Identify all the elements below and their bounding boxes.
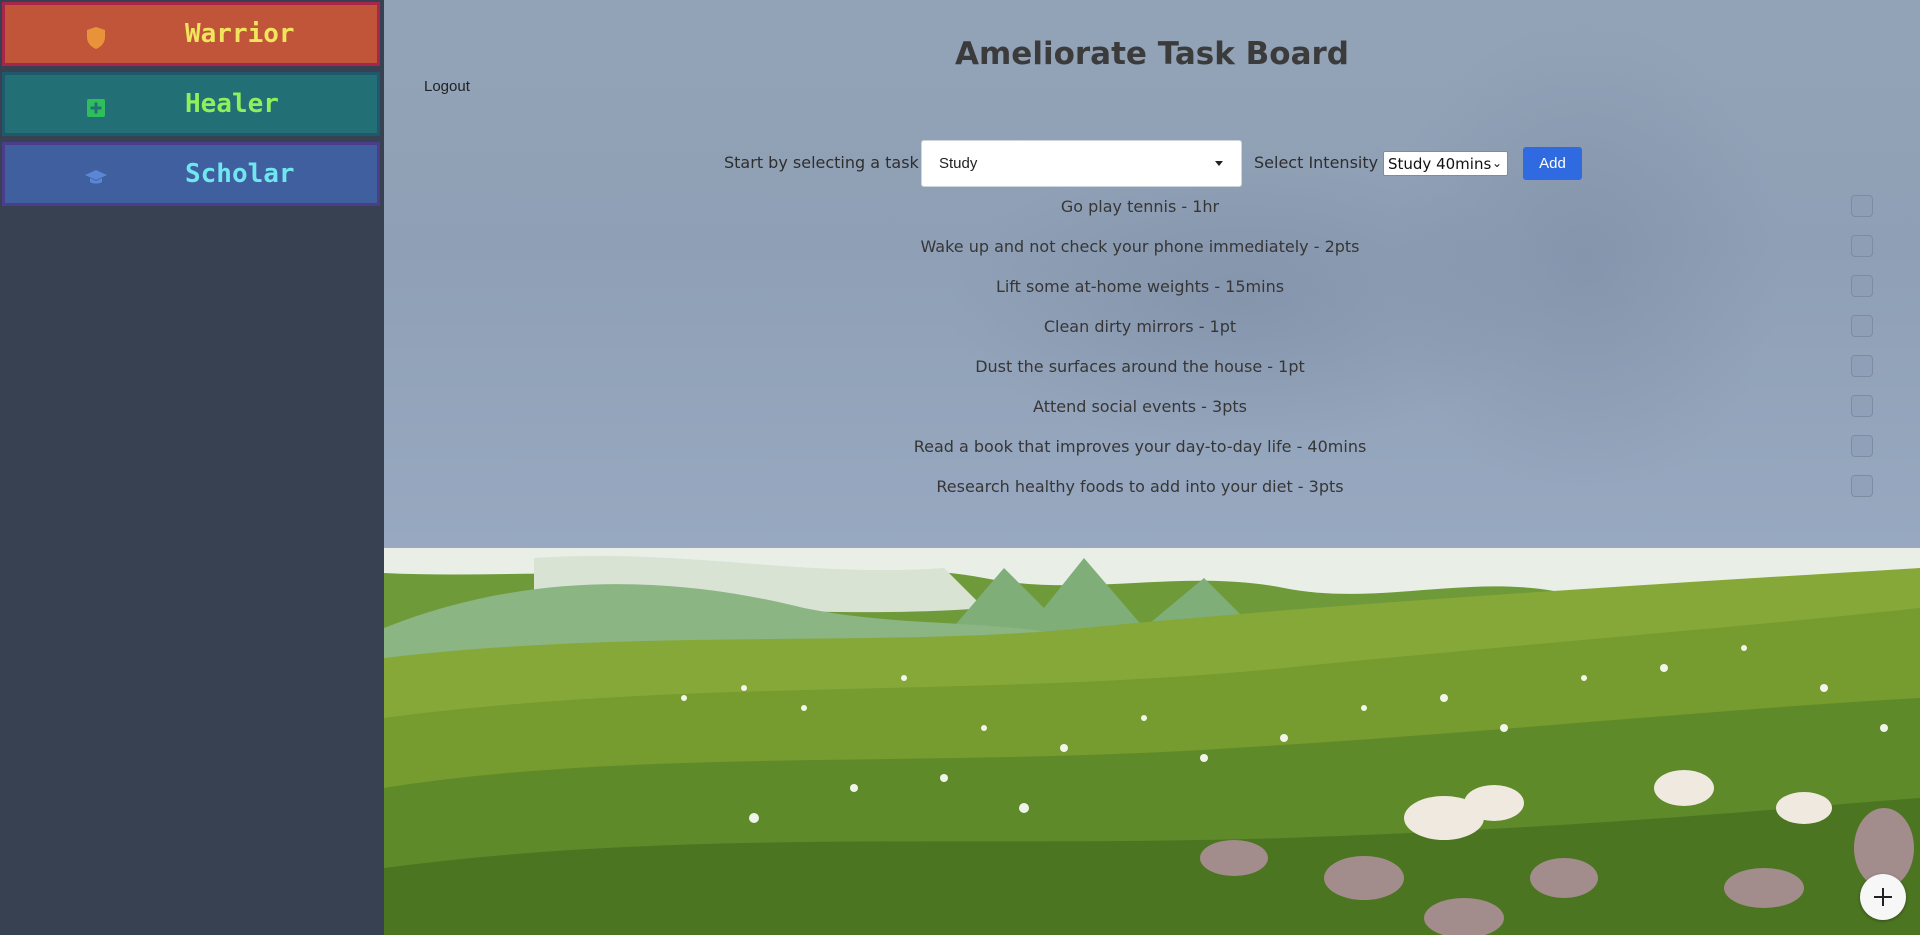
class-label-warrior: Warrior [185,19,295,49]
task-checkbox[interactable] [1851,275,1873,297]
task-text: Lift some at-home weights - 15mins [995,277,1285,296]
task-row: Wake up and not check your phone immedia… [384,227,1920,267]
task-checkbox[interactable] [1851,435,1873,457]
task-text: Read a book that improves your day-to-da… [913,437,1367,456]
task-checkbox[interactable] [1851,195,1873,217]
graduation-cap-icon [85,167,107,189]
task-row: Research healthy foods to add into your … [384,467,1920,507]
task-row: Dust the surfaces around the house - 1pt [384,347,1920,387]
class-card-healer[interactable]: Healer [2,72,380,136]
task-text: Research healthy foods to add into your … [936,477,1344,496]
task-select-label: Start by selecting a task [724,153,919,172]
plus-square-icon [85,97,107,119]
task-checkbox[interactable] [1851,235,1873,257]
intensity-select[interactable]: Study 40mins ⌄ [1383,151,1508,176]
intensity-select-label: Select Intensity [1254,153,1379,172]
task-select[interactable]: Study [921,140,1242,187]
chevron-down-icon: ⌄ [1491,156,1502,170]
add-task-fab-button[interactable] [1860,874,1906,920]
plus-icon [1874,888,1892,906]
task-row: Attend social events - 3pts [384,387,1920,427]
task-text: Wake up and not check your phone immedia… [920,237,1360,256]
task-text: Attend social events - 3pts [1033,397,1247,416]
task-checkbox[interactable] [1851,475,1873,497]
task-checkbox[interactable] [1851,395,1873,417]
main-panel: Ameliorate Task Board Logout Start by se… [384,0,1920,935]
task-text: Dust the surfaces around the house - 1pt [975,357,1305,376]
meadow-background-image [384,548,1920,935]
task-text: Go play tennis - 1hr [1060,197,1220,216]
logout-link[interactable]: Logout [424,78,470,95]
intensity-select-value: Study 40mins [1388,155,1492,173]
task-text: Clean dirty mirrors - 1pt [1043,317,1237,336]
task-row: Clean dirty mirrors - 1pt [384,307,1920,347]
class-label-scholar: Scholar [185,159,295,189]
task-row: Read a book that improves your day-to-da… [384,427,1920,467]
shield-icon [85,27,107,49]
task-controls: Start by selecting a task Study Select I… [384,140,1920,187]
class-card-scholar[interactable]: Scholar [2,142,380,206]
class-card-warrior[interactable]: Warrior [2,2,380,66]
task-checkbox[interactable] [1851,315,1873,337]
page-title: Ameliorate Task Board [955,36,1349,72]
add-button[interactable]: Add [1523,147,1582,180]
task-select-value: Study [939,155,978,172]
class-label-healer: Healer [185,89,279,119]
caret-down-icon [1215,161,1223,166]
task-checkbox[interactable] [1851,355,1873,377]
task-row: Go play tennis - 1hr [384,187,1920,227]
sidebar: Warrior Healer Scholar [0,0,384,935]
task-row: Lift some at-home weights - 15mins [384,267,1920,307]
